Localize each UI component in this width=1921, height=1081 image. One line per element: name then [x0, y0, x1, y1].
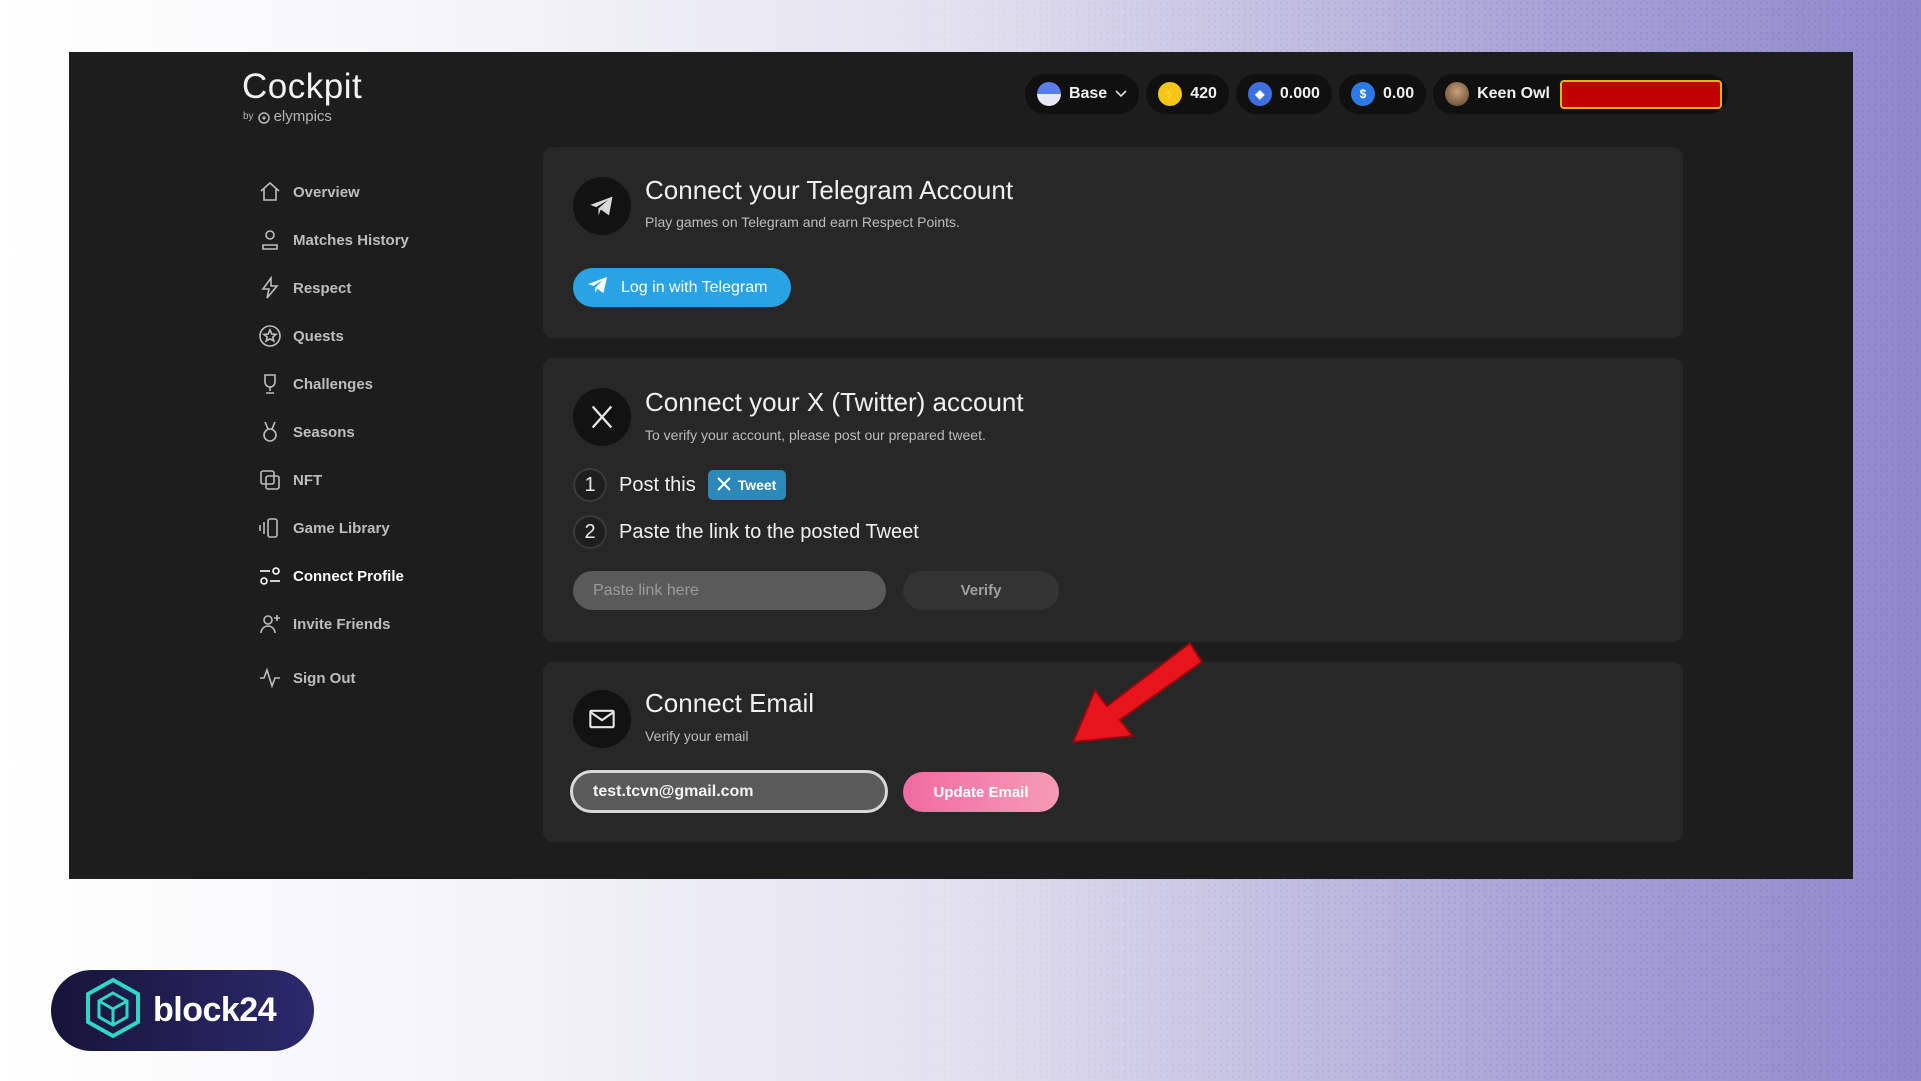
telegram-button-label: Log in with Telegram [621, 278, 768, 296]
step-paste-link: 2 Paste the link to the posted Tweet [573, 515, 919, 549]
network-label: Base [1068, 85, 1108, 102]
sidebar-item-label: Respect [293, 279, 352, 297]
sidebar-item-label: NFT [293, 471, 323, 489]
envelope-icon [573, 690, 631, 748]
telegram-plane-icon [587, 275, 609, 300]
x-logo-icon [573, 388, 631, 446]
verify-button[interactable]: Verify [903, 571, 1059, 610]
chevron-down-icon [1115, 85, 1127, 103]
usdc-icon: $ [1350, 82, 1375, 106]
by-label: by [243, 111, 254, 122]
points-balance[interactable]: ⚡ 420 [1146, 74, 1229, 114]
step-number: 2 [573, 515, 607, 549]
network-selector[interactable]: Base [1024, 74, 1140, 114]
elympics-logo-icon [257, 111, 270, 124]
telegram-subtitle: Play games on Telegram and earn Respect … [645, 214, 960, 230]
sidebar-item-overview[interactable]: Overview [257, 168, 477, 216]
username: Keen Owl [1477, 85, 1550, 102]
tweet-button-label: Tweet [737, 477, 777, 493]
library-icon [257, 515, 283, 541]
copy-icon [257, 467, 283, 493]
sidebar-item-label: Quests [293, 327, 344, 345]
tweet-link-input[interactable] [573, 571, 886, 610]
sidebar-item-label: Overview [293, 183, 360, 201]
usd-balance[interactable]: $ 0.00 [1338, 74, 1427, 114]
sidebar-item-label: Seasons [293, 423, 355, 441]
redacted-box [1560, 79, 1722, 109]
sidebar-item-quests[interactable]: Quests [257, 312, 477, 360]
cube-logo-icon [85, 977, 141, 1044]
step-number: 1 [573, 468, 607, 502]
twitter-subtitle: To verify your account, please post our … [645, 427, 986, 443]
telegram-login-button[interactable]: Log in with Telegram [573, 268, 791, 307]
x-icon [716, 476, 732, 495]
update-email-button[interactable]: Update Email [903, 772, 1059, 812]
eth-balance[interactable]: ◆ 0.000 [1235, 74, 1332, 114]
tweet-button[interactable]: Tweet [707, 470, 787, 500]
telegram-card: Connect your Telegram Account Play games… [543, 147, 1683, 338]
activity-icon [257, 665, 283, 691]
eth-icon: ◆ [1247, 82, 1272, 106]
connect-icon [257, 563, 283, 589]
sidebar-item-label: Sign Out [293, 669, 356, 687]
eth-value: 0.000 [1279, 85, 1320, 102]
sidebar-item-label: Invite Friends [293, 615, 391, 633]
sidebar-item-nft[interactable]: NFT [257, 456, 477, 504]
star-badge-icon [257, 323, 283, 349]
step-post-tweet: 1 Post this Tweet [573, 468, 787, 502]
sidebar-item-respect[interactable]: Respect [257, 264, 477, 312]
sidebar-item-label: Game Library [293, 519, 390, 537]
sidebar-item-connect-profile[interactable]: Connect Profile [257, 552, 477, 600]
app-window: Cockpit by elympics Base ⚡ 420 ◆ 0.000 $… [69, 52, 1853, 879]
app-title: Cockpit [242, 67, 363, 106]
brand-name: elympics [273, 108, 332, 125]
sidebar-item-challenges[interactable]: Challenges [257, 360, 477, 408]
annotation-arrow-icon [1071, 641, 1204, 744]
sidebar-item-label: Challenges [293, 375, 374, 393]
watermark-badge: block24 [51, 970, 314, 1051]
watermark-text: block24 [153, 991, 277, 1029]
sidebar-item-invite-friends[interactable]: Invite Friends [257, 600, 477, 648]
twitter-title: Connect your X (Twitter) account [645, 387, 1024, 417]
app-byline: by elympics [243, 108, 332, 125]
user-menu[interactable]: Keen Owl [1433, 74, 1728, 114]
sidebar-item-seasons[interactable]: Seasons [257, 408, 477, 456]
base-network-icon [1036, 82, 1061, 106]
sidebar-item-matches-history[interactable]: Matches History [257, 216, 477, 264]
step-text: Paste the link to the posted Tweet [619, 520, 919, 543]
person-icon [257, 227, 283, 253]
add-person-icon [257, 611, 283, 637]
step-text: Post this [619, 473, 696, 496]
lightning-icon [257, 275, 283, 301]
email-title: Connect Email [645, 688, 815, 718]
sidebar-item-label: Connect Profile [293, 567, 404, 585]
email-subtitle: Verify your email [645, 728, 749, 744]
sidebar-item-game-library[interactable]: Game Library [257, 504, 477, 552]
telegram-title: Connect your Telegram Account [645, 175, 1014, 205]
sidebar-item-sign-out[interactable]: Sign Out [257, 654, 477, 702]
twitter-card: Connect your X (Twitter) account To veri… [543, 358, 1683, 642]
points-value: 420 [1190, 85, 1217, 102]
sidebar-item-label: Matches History [293, 231, 409, 249]
topbar: Base ⚡ 420 ◆ 0.000 $ 0.00 Keen Owl [1024, 74, 1728, 114]
trophy-icon [257, 371, 283, 397]
email-field[interactable] [570, 770, 888, 813]
points-coin-icon: ⚡ [1158, 82, 1183, 106]
medal-icon [257, 419, 283, 445]
avatar [1445, 82, 1470, 106]
home-icon [257, 179, 283, 205]
usd-value: 0.00 [1382, 85, 1415, 102]
telegram-icon [573, 177, 631, 235]
sidebar: Overview Matches History Respect Quests … [257, 168, 477, 702]
